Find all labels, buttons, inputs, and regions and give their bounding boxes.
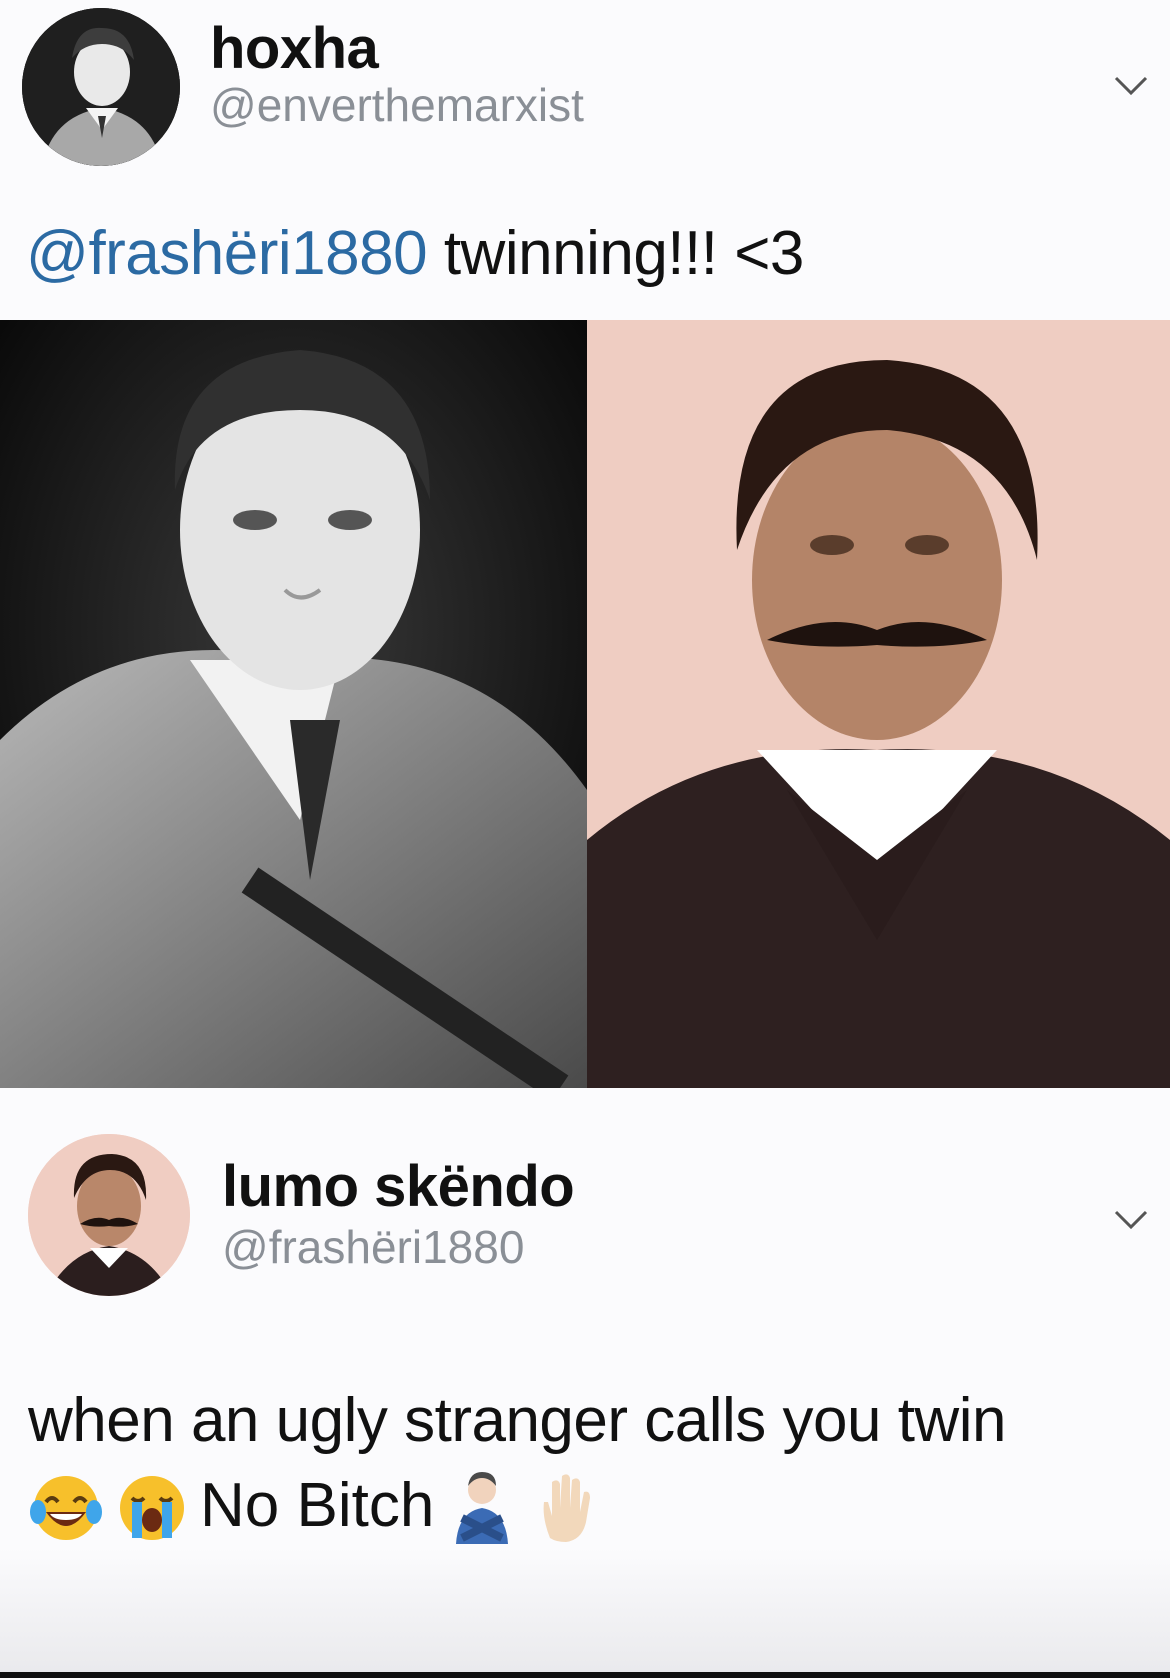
avatar-lumo-skendo[interactable]	[28, 1134, 190, 1296]
display-name[interactable]: hoxha	[210, 20, 379, 78]
tweet-text: @frashëri1880 twinning!!! <3	[26, 218, 804, 289]
portrait-avatar-icon	[28, 1134, 190, 1296]
right-portrait-photo[interactable]	[587, 320, 1170, 1088]
tweet-text-line-2: No Bitch	[28, 1468, 606, 1544]
left-portrait-photo[interactable]	[0, 320, 587, 1088]
mention-link[interactable]: @frashëri1880	[26, 219, 428, 288]
bottom-edge-bar	[0, 1672, 1170, 1678]
person-gesturing-no-emoji	[456, 1472, 509, 1544]
raised-hand-emoji	[543, 1474, 591, 1542]
portrait-photo-left	[0, 320, 587, 1088]
display-name[interactable]: lumo skëndo	[222, 1158, 575, 1216]
tweet-media[interactable]	[0, 320, 1170, 1088]
tweet-text-line-1: when an ugly stranger calls you twin	[28, 1386, 1006, 1455]
chevron-down-icon[interactable]	[1114, 76, 1148, 96]
portrait-avatar-icon	[22, 8, 180, 166]
avatar-hoxha[interactable]	[22, 8, 180, 166]
laughing-tears-emoji	[30, 1476, 102, 1540]
crying-face-emoji	[120, 1476, 184, 1540]
tweet-hoxha[interactable]: hoxha @enverthemarxist @frashëri1880 twi…	[0, 0, 1170, 320]
tweet-text-body: twinning!!! <3	[427, 219, 805, 288]
no-bitch-text: No Bitch	[200, 1471, 435, 1540]
user-handle[interactable]: @frashëri1880	[222, 1224, 524, 1270]
bottom-fade	[0, 1548, 1170, 1678]
portrait-photo-right	[587, 320, 1170, 1088]
chevron-down-icon[interactable]	[1114, 1210, 1148, 1230]
user-handle[interactable]: @enverthemarxist	[210, 82, 584, 128]
